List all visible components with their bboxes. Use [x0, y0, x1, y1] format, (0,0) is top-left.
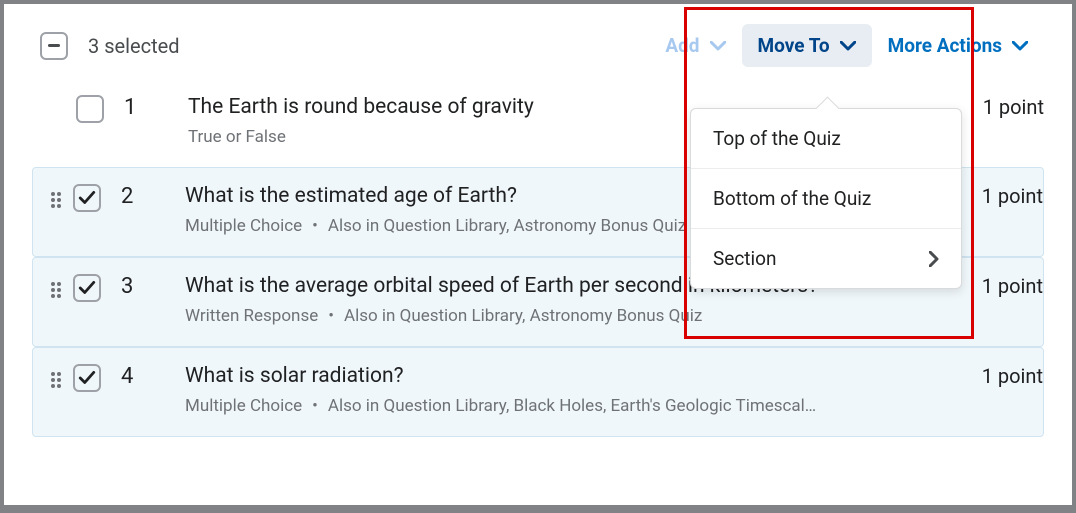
dropdown-item-bottom[interactable]: Bottom of the Quiz — [691, 169, 961, 229]
question-points: 1 point — [982, 274, 1043, 298]
add-label: Add — [665, 34, 699, 57]
more-actions-label: More Actions — [888, 34, 1002, 57]
dropdown-item-top[interactable]: Top of the Quiz — [691, 109, 961, 169]
row-checkbox[interactable] — [73, 364, 101, 392]
chevron-down-icon — [710, 41, 726, 51]
drag-handle-icon[interactable] — [51, 280, 63, 300]
question-title: What is solar radiation? — [185, 364, 962, 388]
question-meta: Multiple Choice•Also in Question Library… — [185, 396, 962, 416]
question-number: 4 — [121, 364, 151, 389]
selection-count: 3 selected — [88, 34, 180, 58]
question-number: 2 — [121, 184, 151, 209]
move-to-button[interactable]: Move To — [742, 24, 872, 67]
row-checkbox[interactable] — [73, 184, 101, 212]
question-points: 1 point — [983, 95, 1044, 119]
chevron-down-icon — [1012, 41, 1028, 51]
app-frame: 3 selected Add Move To More Actions 1 Th… — [4, 4, 1072, 505]
chevron-right-icon — [929, 251, 939, 267]
select-all-checkbox[interactable] — [40, 32, 68, 60]
toolbar: 3 selected Add Move To More Actions — [4, 4, 1072, 79]
indeterminate-dash-icon — [48, 44, 60, 47]
dropdown-item-section[interactable]: Section — [691, 229, 961, 288]
drag-handle-icon[interactable] — [51, 190, 63, 210]
question-meta: Written Response•Also in Question Librar… — [185, 306, 962, 326]
drag-handle-icon[interactable] — [51, 370, 63, 390]
move-to-label: Move To — [758, 34, 830, 57]
question-points: 1 point — [982, 364, 1043, 388]
question-points: 1 point — [982, 184, 1043, 208]
add-button[interactable]: Add — [649, 24, 741, 67]
question-row: 4 What is solar radiation? Multiple Choi… — [32, 347, 1044, 437]
move-to-dropdown: Top of the Quiz Bottom of the Quiz Secti… — [690, 108, 962, 289]
question-number: 3 — [121, 274, 151, 299]
question-number: 1 — [124, 95, 154, 120]
row-checkbox[interactable] — [73, 274, 101, 302]
row-checkbox[interactable] — [76, 95, 104, 123]
chevron-down-icon — [840, 41, 856, 51]
more-actions-button[interactable]: More Actions — [872, 24, 1044, 67]
